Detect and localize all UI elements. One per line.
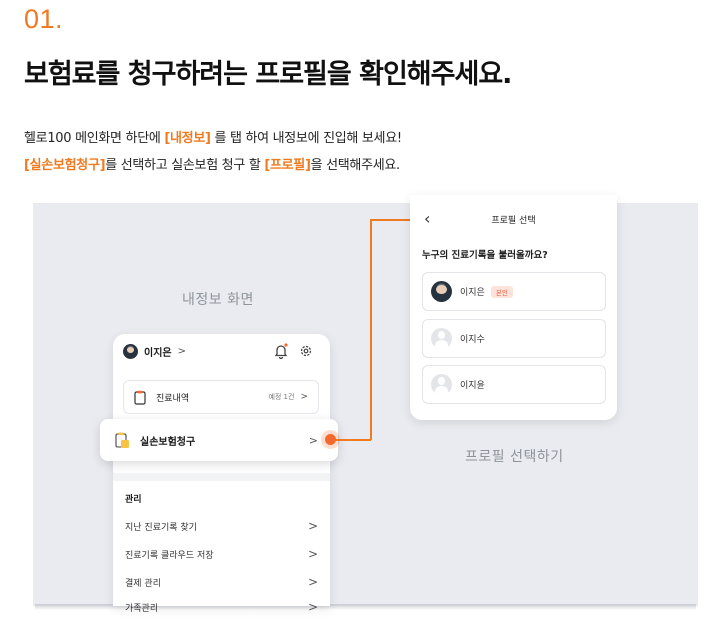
chevron-right-icon: > xyxy=(307,575,318,589)
manage-section-title: 관리 xyxy=(125,495,142,505)
reservation-count: 예정 1건 xyxy=(268,393,295,401)
desc-text: 를 선택하고 실손보험 청구 할 xyxy=(105,158,265,173)
document-icon xyxy=(134,390,146,405)
menu-item-label: 지난 진료기록 찾기 xyxy=(125,522,197,533)
caption-profile-select: 프로필 선택하기 xyxy=(465,449,564,465)
gear-icon[interactable] xyxy=(299,344,313,358)
profile-name: 이지은 xyxy=(460,288,485,298)
profile-select-phone-screen: ‹ 프로필 선택 누구의 진료기록을 불러올까요? 이지은 본인 이지수 이지윤 xyxy=(410,195,617,420)
chevron-right-icon: > xyxy=(300,392,308,402)
user-name: 이지은 xyxy=(144,348,172,359)
bell-icon[interactable] xyxy=(274,343,288,359)
insurance-claim-card[interactable]: 실손보험청구 > xyxy=(100,419,338,461)
desc-highlight-insurance-claim: [실손보험청구] xyxy=(24,158,106,173)
desc-highlight-my-info: [내정보] xyxy=(164,131,211,146)
desc-text: 를 탭 하여 내정보에 진입해 보세요! xyxy=(210,131,402,146)
section-divider xyxy=(113,473,330,481)
profile-item-self[interactable]: 이지은 본인 xyxy=(422,272,606,311)
medical-history-label: 진료내역 xyxy=(156,393,190,404)
menu-item-cloud-save[interactable]: 진료기록 클라우드 저장 > xyxy=(125,547,318,561)
screen-title: 프로필 선택 xyxy=(491,216,536,226)
self-badge: 본인 xyxy=(490,285,513,298)
profile-item[interactable]: 이지윤 xyxy=(422,365,606,404)
chevron-right-icon: > xyxy=(307,519,318,533)
menu-item-past-records[interactable]: 지난 진료기록 찾기 > xyxy=(125,519,318,533)
description-line-2: [실손보험청구]를 선택하고 실손보험 청구 할 [프로필]을 선택해주세요. xyxy=(24,154,400,173)
page-heading: 보험료를 청구하려는 프로필을 확인해주세요. xyxy=(24,59,512,90)
avatar xyxy=(431,281,452,302)
menu-item-label: 결제 관리 xyxy=(125,578,161,589)
step-number: 01. xyxy=(24,4,64,34)
user-header[interactable]: 이지은 > xyxy=(123,344,186,359)
my-info-phone-screen: 이지은 > 진료내역 예정 1건 > 관리 지난 진료기록 찾기 > 진료기록 … xyxy=(113,334,330,614)
profile-name: 이지윤 xyxy=(460,381,485,391)
avatar xyxy=(123,344,138,359)
insurance-doc-icon xyxy=(115,432,129,448)
chevron-right-icon: > xyxy=(177,346,186,357)
chevron-right-icon: > xyxy=(307,600,318,614)
desc-text: 을 선택해주세요. xyxy=(310,158,401,173)
menu-item-label: 가족관리 xyxy=(125,603,159,614)
profile-item[interactable]: 이지수 xyxy=(422,319,606,358)
connector-line xyxy=(333,439,371,441)
menu-item-family[interactable]: 가족관리 > xyxy=(125,600,318,614)
caption-my-info-screen: 내정보 화면 xyxy=(182,292,254,308)
connector-dot xyxy=(325,434,336,445)
connector-line xyxy=(370,219,412,221)
desc-highlight-profile: [프로필] xyxy=(264,158,311,173)
insurance-claim-label: 실손보험청구 xyxy=(140,436,196,448)
avatar xyxy=(431,374,452,395)
menu-item-payment[interactable]: 결제 관리 > xyxy=(125,575,318,589)
desc-text: 헬로100 메인화면 하단에 xyxy=(24,131,165,146)
avatar xyxy=(431,328,452,349)
chevron-right-icon: > xyxy=(307,547,318,561)
chevron-right-icon: > xyxy=(308,433,318,447)
medical-history-row[interactable]: 진료내역 예정 1건 > xyxy=(123,380,319,414)
menu-item-label: 진료기록 클라우드 저장 xyxy=(125,550,214,561)
description-line-1: 헬로100 메인화면 하단에 [내정보] 를 탭 하여 내정보에 진입해 보세요… xyxy=(24,127,402,146)
profile-name: 이지수 xyxy=(460,335,485,345)
connector-line xyxy=(370,219,372,440)
question-text: 누구의 진료기록을 불러올까요? xyxy=(422,250,548,261)
